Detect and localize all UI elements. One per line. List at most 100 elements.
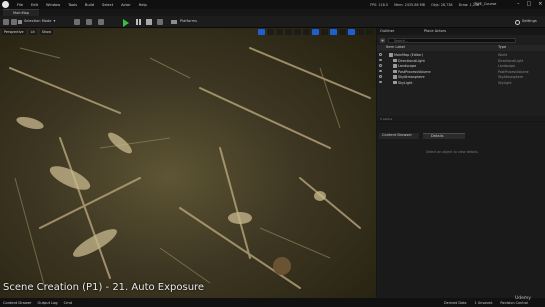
camera-speed-icon[interactable] — [357, 29, 364, 35]
status-right-group: Derived Data 1 Unsaved Revision Control — [444, 301, 528, 305]
lit-button[interactable]: Lit — [28, 29, 37, 35]
place-actors-tab[interactable]: Place Actors — [424, 29, 446, 34]
cursor-icon — [18, 19, 22, 24]
column-item-label[interactable]: Item Label — [386, 46, 405, 50]
stop-icon[interactable] — [146, 19, 152, 25]
visibility-icon[interactable] — [379, 53, 382, 56]
level-tab-label: MainMap — [13, 10, 30, 15]
main-toolbar — [0, 16, 545, 28]
pause-icon[interactable] — [136, 19, 141, 25]
world-space-icon[interactable] — [294, 29, 301, 35]
forest-floor-image — [9, 47, 371, 289]
outliner-row-label: Landscape — [398, 64, 417, 68]
atmosphere-icon — [393, 75, 397, 79]
selection-mode-dropdown[interactable]: Selection Mode ▾ — [18, 18, 56, 24]
outliner-row-type: Landscape — [498, 64, 516, 68]
menu-edit[interactable]: Edit — [31, 3, 38, 7]
unreal-logo-icon[interactable] — [2, 1, 9, 8]
cmd-button[interactable]: Cmd — [64, 301, 72, 305]
menu-select[interactable]: Select — [102, 3, 113, 7]
outliner-row-type: DirectionalLight — [498, 58, 524, 63]
menu-build[interactable]: Build — [85, 3, 94, 7]
rotate-icon[interactable] — [276, 29, 283, 35]
outliner-tab[interactable]: Outliner — [380, 29, 394, 34]
visibility-icon[interactable] — [379, 75, 382, 78]
menu-file[interactable]: File — [17, 3, 23, 7]
outliner-footer — [377, 116, 545, 121]
status-left-group: Content Drawer Output Log Cmd — [3, 301, 72, 305]
outliner-row-type: SkyLight — [498, 80, 512, 85]
play-options-icon[interactable] — [157, 19, 163, 25]
window-controls: – □ × — [517, 1, 542, 7]
platforms-icon — [171, 20, 177, 24]
settings-label: Settings — [522, 19, 537, 24]
column-type[interactable]: Type — [498, 46, 506, 50]
lecture-caption: Scene Creation (P1) - 21. Auto Exposure — [3, 282, 205, 293]
save-icon[interactable] — [3, 19, 9, 25]
perspective-button[interactable]: Perspective — [2, 29, 26, 35]
menu-window[interactable]: Window — [46, 3, 60, 7]
unsaved-button[interactable]: 1 Unsaved — [474, 301, 492, 305]
outliner-search-input[interactable]: Search... — [388, 37, 516, 43]
landscape-icon — [393, 64, 397, 68]
details-empty-message: Select an object to view details. — [426, 150, 479, 154]
level-tab[interactable]: MainMap — [3, 9, 39, 16]
scale-icon[interactable] — [285, 29, 292, 35]
udemy-watermark: Udemy — [515, 295, 531, 301]
play-icon[interactable] — [123, 18, 129, 27]
blueprint-icon[interactable] — [86, 19, 92, 25]
scale-snap-icon[interactable] — [348, 29, 355, 35]
maximize-icon[interactable]: □ — [527, 1, 532, 7]
translate-icon[interactable] — [267, 29, 274, 35]
outliner-row-type: PostProcessVolume — [498, 69, 529, 74]
outliner-row-type: SkyAtmosphere — [498, 75, 523, 79]
skylight-icon — [393, 80, 397, 84]
menu-help[interactable]: Help — [139, 3, 147, 7]
viewport-toolbar-left: Perspective Lit Show — [2, 29, 53, 35]
add-actor-icon[interactable] — [74, 19, 80, 25]
world-icon — [389, 53, 393, 57]
level-viewport[interactable] — [0, 28, 376, 298]
derived-data-button[interactable]: Derived Data — [444, 301, 466, 305]
add-filter-button[interactable]: + — [380, 37, 385, 43]
settings-dropdown[interactable]: Settings — [515, 19, 537, 25]
main-menu: File Edit Window Tools Build Select Acto… — [17, 3, 147, 7]
details-tab[interactable]: Details — [423, 133, 465, 139]
outliner-row-label: SkyLight — [398, 80, 413, 85]
content-icon[interactable] — [11, 19, 17, 25]
grid-size-icon[interactable] — [321, 29, 328, 35]
cinematics-icon[interactable] — [98, 19, 104, 25]
close-icon[interactable]: × — [538, 1, 542, 7]
project-name: TWE_Course — [474, 1, 497, 6]
stat-fps: FPS: 118.5 — [370, 2, 389, 7]
visibility-icon[interactable] — [379, 58, 382, 62]
content-drawer-button[interactable]: Content Drawer — [3, 301, 32, 305]
show-button[interactable]: Show — [39, 29, 53, 35]
selection-mode-label: Selection Mode — [24, 18, 52, 23]
revision-control-button[interactable]: Revision Control — [500, 301, 528, 305]
chevron-down-icon: ▾ — [53, 18, 56, 23]
menu-actor[interactable]: Actor — [121, 3, 130, 7]
minimize-icon[interactable]: – — [517, 1, 520, 7]
grid-snap-icon[interactable] — [312, 29, 319, 35]
visibility-icon[interactable] — [379, 64, 382, 67]
menu-tools[interactable]: Tools — [68, 3, 77, 7]
platforms-dropdown[interactable]: Platforms — [171, 20, 197, 24]
visibility-icon[interactable] — [379, 69, 382, 73]
maximize-viewport-icon[interactable] — [366, 29, 373, 35]
output-log-button[interactable]: Output Log — [38, 301, 58, 305]
content-browser-tab[interactable]: Content Browser — [379, 133, 419, 139]
select-tool-icon[interactable] — [258, 29, 265, 35]
document-tab-row — [0, 9, 545, 16]
content-browser-tab-label: Content Browser — [382, 133, 412, 138]
outliner-row-label: SkyAtmosphere — [398, 75, 425, 79]
outliner-row-skylight[interactable]: SkyLight SkyLight — [377, 80, 545, 86]
volume-icon — [393, 69, 397, 73]
surface-snap-icon[interactable] — [303, 29, 310, 35]
perf-stats: FPS: 118.5 Mem: 2435.86 MB Objs: 28,738 … — [370, 3, 479, 7]
rotation-snap-icon[interactable] — [330, 29, 337, 35]
details-tab-label: Details — [431, 134, 444, 139]
visibility-icon[interactable] — [379, 80, 382, 84]
outliner-row-label: DirectionalLight — [398, 58, 425, 63]
rotation-size-icon[interactable] — [339, 29, 346, 35]
